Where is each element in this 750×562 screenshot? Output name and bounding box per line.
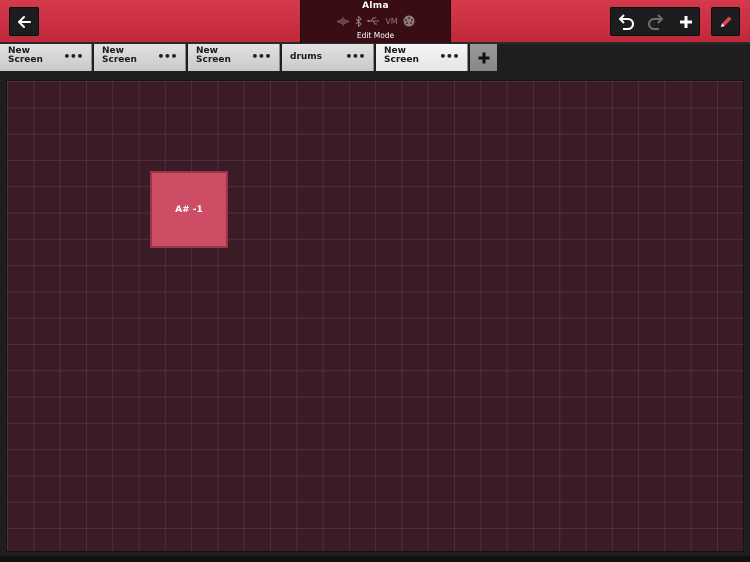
add-screen-button[interactable] bbox=[470, 44, 497, 71]
audio-wave-icon bbox=[337, 17, 350, 25]
plus-icon bbox=[679, 15, 692, 28]
pencil-icon bbox=[720, 16, 731, 27]
bottom-edge bbox=[0, 556, 750, 562]
tab-label: New Screen bbox=[8, 46, 43, 65]
tab-menu-button[interactable]: ••• bbox=[345, 50, 365, 63]
midi-port-icon bbox=[403, 15, 415, 27]
screen-tab-active[interactable]: New Screen ••• bbox=[376, 44, 468, 71]
screen-tabs: New Screen ••• New Screen ••• New Screen… bbox=[0, 44, 750, 72]
screen-tab[interactable]: New Screen ••• bbox=[94, 44, 186, 71]
usb-icon bbox=[367, 17, 380, 25]
device-status-panel[interactable]: Alma VM Edit Mode bbox=[300, 0, 451, 43]
redo-button[interactable] bbox=[641, 8, 670, 35]
midi-pad[interactable]: A# -1 bbox=[150, 171, 228, 248]
edit-mode-button[interactable] bbox=[711, 7, 740, 36]
pad-label: A# -1 bbox=[175, 204, 203, 215]
tab-label: New Screen bbox=[384, 46, 419, 65]
bluetooth-icon bbox=[355, 15, 363, 27]
plus-icon bbox=[478, 52, 489, 63]
back-button[interactable] bbox=[9, 7, 39, 36]
screen-tab-drums[interactable]: drums ••• bbox=[282, 44, 374, 71]
mode-label: Edit Mode bbox=[356, 31, 395, 40]
tab-menu-button[interactable]: ••• bbox=[157, 50, 177, 63]
screen-tab[interactable]: New Screen ••• bbox=[0, 44, 92, 71]
edit-grid-canvas[interactable] bbox=[6, 80, 744, 552]
connection-icons: VM bbox=[301, 15, 450, 27]
undo-icon bbox=[618, 13, 634, 30]
add-control-button[interactable] bbox=[671, 8, 700, 35]
redo-icon bbox=[647, 13, 663, 30]
tab-menu-button[interactable]: ••• bbox=[63, 50, 83, 63]
tab-menu-button[interactable]: ••• bbox=[251, 50, 271, 63]
device-name: Alma bbox=[362, 1, 389, 11]
edit-actions-group bbox=[610, 7, 700, 36]
screen-tab[interactable]: New Screen ••• bbox=[188, 44, 280, 71]
tab-label: drums bbox=[290, 52, 323, 62]
tab-label: New Screen bbox=[196, 46, 231, 65]
tab-menu-button[interactable]: ••• bbox=[439, 50, 459, 63]
tab-label: New Screen bbox=[102, 46, 137, 65]
undo-button[interactable] bbox=[611, 8, 640, 35]
arrow-left-icon bbox=[18, 15, 31, 28]
vm-label: VM bbox=[385, 16, 398, 26]
